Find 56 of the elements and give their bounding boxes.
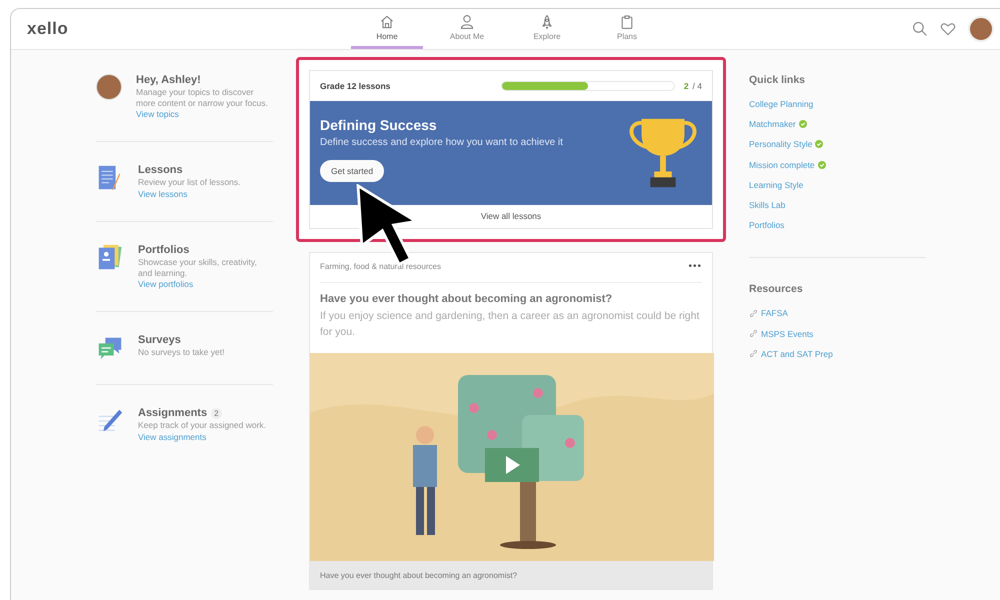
more-button[interactable]: ••• — [688, 261, 702, 272]
quick-link[interactable]: College Planning — [749, 99, 814, 110]
home-icon — [379, 14, 395, 30]
resource-link[interactable]: MSPS Events — [761, 328, 814, 339]
section-description: Review your list of lessons. — [138, 177, 241, 188]
link-icon — [749, 308, 758, 318]
logo[interactable]: xello — [27, 19, 68, 39]
section-link[interactable]: View lessons — [138, 188, 241, 199]
section-description: No surveys to take yet! — [138, 347, 224, 358]
resource-link[interactable]: ACT and SAT Prep — [761, 348, 833, 359]
video-caption: Have you ever thought about becoming an agronomist? — [320, 570, 518, 580]
section-link[interactable]: View assignments — [138, 432, 266, 442]
section-title: Assignments — [138, 407, 208, 420]
card-title: Grade 12 lessons — [320, 81, 392, 91]
section-heading: Quick links — [749, 74, 806, 86]
quick-link[interactable]: Matchmaker — [749, 119, 796, 130]
section-title: Surveys — [138, 334, 181, 346]
section-description: Showcase your skills, creativity, and learning. — [138, 256, 258, 278]
section-link[interactable]: View topics — [136, 109, 273, 120]
section-link[interactable]: View portfolios — [138, 279, 273, 290]
video-illustration-drawing[interactable] — [310, 352, 714, 560]
section-description: Manage your topics to discover more content or narrow your focus. — [136, 87, 269, 108]
link-icon — [749, 349, 758, 358]
quick-link[interactable]: Mission complete — [749, 160, 815, 170]
lesson-title: Defining Success — [320, 117, 437, 133]
view-all-lessons-link[interactable]: View all lessons — [310, 205, 712, 228]
card-body: If you enjoy science and gardening, then a career as an agronomist could be right for you. — [320, 309, 700, 340]
lesson-subtitle: Define success and explore how you want to achieve it — [320, 137, 563, 148]
nav-tab[interactable]: About Me — [431, 9, 503, 49]
search-icon[interactable] — [912, 21, 928, 37]
nav-tab[interactable]: Home — [351, 9, 423, 49]
profile-card-icon — [96, 244, 124, 272]
link-icon — [749, 329, 758, 338]
category-label: Farming, food & natural resources — [320, 262, 441, 271]
card-heading: Have you ever thought about becoming an agronomist? — [320, 293, 614, 305]
progress-total: / 4 — [692, 81, 702, 91]
heart-icon[interactable] — [940, 21, 956, 37]
nav-tab[interactable]: Explore — [511, 9, 583, 49]
section-title: Lessons — [138, 164, 183, 176]
section-title: Portfolios — [138, 244, 190, 256]
get-started-button[interactable]: Get started — [320, 160, 384, 182]
quick-link[interactable]: Personality Style — [749, 139, 812, 150]
person-icon — [459, 14, 475, 30]
quick-link[interactable]: Skills Lab — [749, 200, 786, 210]
quick-link[interactable]: Learning Style — [749, 180, 804, 190]
section-description: Keep track of your assigned work. — [138, 420, 266, 431]
avatar — [96, 74, 122, 100]
avatar[interactable] — [968, 16, 994, 42]
progress-done: 2 — [684, 81, 689, 91]
resource-link[interactable]: FAFSA — [761, 308, 788, 318]
clipboard-icon — [619, 14, 635, 30]
section-heading: Resources — [749, 283, 804, 296]
quick-link[interactable]: Portfolios — [749, 220, 784, 230]
count-badge: 2 — [211, 408, 222, 419]
section-title: Hey, Ashley! — [136, 74, 201, 86]
nav-tab[interactable]: Plans — [591, 9, 663, 49]
